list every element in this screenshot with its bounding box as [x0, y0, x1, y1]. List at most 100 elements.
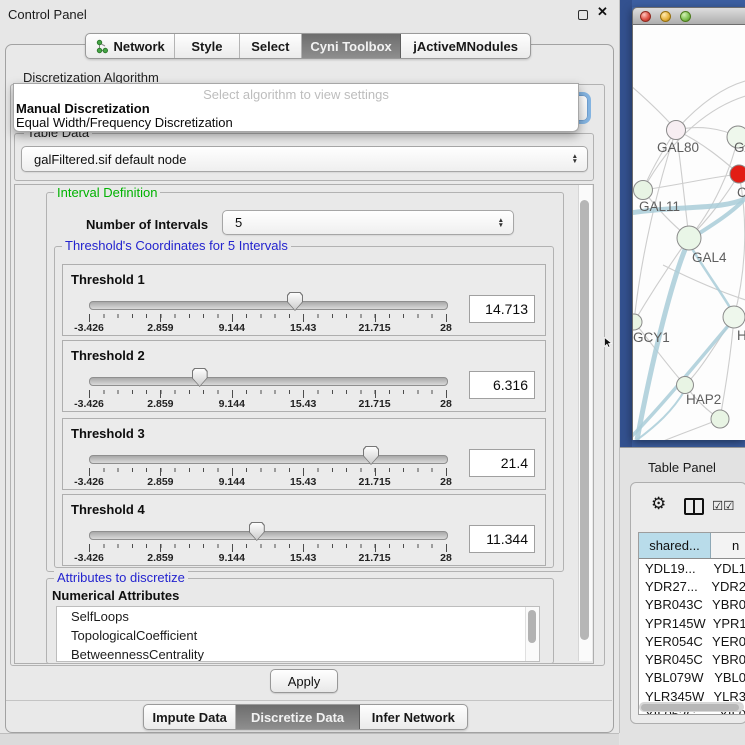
threshold-1-slider[interactable] — [89, 292, 446, 313]
tick-label: 28 — [440, 322, 452, 334]
tab-label: Style — [191, 39, 222, 54]
tick-label: 15.43 — [290, 476, 316, 488]
node-label-clipped: H — [737, 328, 745, 343]
slider-major-ticks — [89, 544, 446, 552]
mouse-cursor — [604, 337, 613, 348]
tick-label: 15.43 — [290, 552, 316, 564]
list-item[interactable]: SelfLoops — [57, 607, 539, 626]
tab-label: jActiveMNodules — [413, 39, 518, 54]
apply-button[interactable]: Apply — [270, 669, 338, 693]
table-row[interactable]: YBR045C YBR0 — [639, 650, 745, 668]
tab-impute-data[interactable]: Impute Data — [144, 705, 236, 729]
algorithm-placeholder: Select algorithm to view settings — [14, 87, 578, 102]
numerical-attributes-label: Numerical Attributes — [52, 588, 179, 603]
node-gal11[interactable] — [634, 181, 653, 200]
column-header-shared-name[interactable]: shared... — [639, 533, 711, 558]
zoom-traffic-light[interactable] — [680, 11, 691, 22]
threshold-2-slider-thumb[interactable] — [192, 368, 208, 387]
tab-discretize-data[interactable]: Discretize Data — [236, 705, 359, 729]
slider-tick-labels: -3.426 2.859 9.144 15.43 21.715 28 — [89, 552, 446, 563]
threshold-3-slider-thumb[interactable] — [363, 446, 379, 465]
network-view-window: GAL80 GA C GAL11 GAL4 GCY1 H HAP2 — [632, 7, 745, 440]
table-row[interactable]: YER054C YER0 — [639, 632, 745, 650]
table-row[interactable]: YPR145W YPR1 — [639, 614, 745, 632]
node-label-clipped: C — [737, 185, 745, 200]
node-hap2[interactable] — [677, 377, 694, 394]
combo-stepper-icon: ▲▼ — [498, 218, 504, 228]
threshold-1-slider-thumb[interactable] — [287, 292, 303, 311]
tab-cyni-toolbox[interactable]: Cyni Toolbox — [302, 34, 401, 58]
tick-label: 9.144 — [219, 552, 245, 564]
split-columns-icon[interactable] — [684, 498, 704, 515]
table-horizontal-scrollbar-thumb[interactable] — [641, 704, 739, 711]
slider-tick-labels: -3.426 2.859 9.144 15.43 21.715 28 — [89, 476, 446, 487]
footer-divider — [6, 700, 612, 701]
tab-label: Cyni Toolbox — [310, 39, 391, 54]
tick-label: -3.426 — [74, 398, 104, 410]
node-right-h[interactable] — [723, 306, 745, 328]
tab-select[interactable]: Select — [240, 34, 302, 58]
threshold-2-value-field[interactable]: 6.316 — [469, 371, 535, 399]
threshold-4-value-field[interactable]: 11.344 — [469, 525, 535, 553]
table-horizontal-scrollbar[interactable] — [639, 702, 744, 712]
dropdown-item-equal-width-frequency[interactable]: Equal Width/Frequency Discretization — [16, 115, 233, 130]
threshold-3-slider[interactable] — [89, 446, 446, 467]
dropdown-item-manual-discretization[interactable]: Manual Discretization — [16, 101, 150, 116]
table-row[interactable]: YDR27... YDR2 — [639, 577, 745, 595]
threshold-1-value-field[interactable]: 14.713 — [469, 295, 535, 323]
control-panel-tabbar: Network Style Select Cyni Toolbox jActiv… — [85, 33, 531, 59]
settings-scrollbar-thumb[interactable] — [580, 200, 589, 640]
close-icon[interactable]: ✕ — [597, 4, 608, 20]
list-item[interactable]: BetweennessCentrality — [57, 645, 539, 662]
slider-major-ticks — [89, 468, 446, 476]
slider-tick-labels: -3.426 2.859 9.144 15.43 21.715 28 — [89, 322, 446, 333]
minimize-traffic-light[interactable] — [660, 11, 671, 22]
tab-network[interactable]: Network — [86, 34, 175, 58]
node-label-gal4: GAL4 — [692, 250, 727, 265]
tick-label: 2.859 — [147, 322, 173, 334]
node-label-gal11: GAL11 — [639, 199, 680, 214]
tick-label: 21.715 — [359, 322, 391, 334]
tab-label: Discretize Data — [251, 710, 344, 725]
table-data-combo[interactable]: galFiltered.sif default node ▲▼ — [21, 146, 588, 172]
list-item[interactable]: TopologicalCoefficient — [57, 626, 539, 645]
slider-major-ticks — [89, 314, 446, 322]
number-of-intervals-label: Number of Intervals — [86, 217, 208, 232]
table-row[interactable]: YBL079W YBL0 — [639, 669, 745, 687]
node-gal80[interactable] — [667, 121, 686, 140]
table-data-value: galFiltered.sif default node — [34, 152, 186, 167]
tab-jactivemnodules[interactable]: jActiveMNodules — [401, 34, 530, 58]
list-scrollbar-thumb[interactable] — [528, 610, 536, 643]
tab-style[interactable]: Style — [175, 34, 239, 58]
threshold-4-slider-thumb[interactable] — [249, 522, 265, 541]
threshold-4-slider[interactable] — [89, 522, 446, 543]
node-label-gal80: GAL80 — [657, 140, 699, 155]
threshold-2-label: Threshold 2 — [71, 348, 145, 363]
threshold-3-value-field[interactable]: 21.4 — [469, 449, 535, 477]
network-window-titlebar[interactable] — [632, 7, 745, 25]
network-graph: GAL80 GA C GAL11 GAL4 GCY1 H HAP2 — [633, 25, 745, 440]
node-gal4[interactable] — [677, 226, 701, 250]
slider-tick-labels: -3.426 2.859 9.144 15.43 21.715 28 — [89, 398, 446, 409]
gear-icon[interactable]: ⚙ — [651, 494, 666, 514]
checkbox-icons[interactable]: ☑☑ — [712, 498, 734, 513]
node-gcy1[interactable] — [633, 314, 642, 330]
column-header-name[interactable]: n — [711, 533, 745, 558]
tick-label: -3.426 — [74, 476, 104, 488]
tick-label: 9.144 — [219, 398, 245, 410]
number-of-intervals-combo[interactable]: 5 ▲▼ — [222, 210, 514, 235]
close-traffic-light[interactable] — [640, 11, 651, 22]
float-window-icon[interactable] — [578, 10, 588, 20]
slider-major-ticks — [89, 390, 446, 398]
table-row[interactable]: YDL19... YDL1 — [639, 559, 745, 577]
tab-label: Network — [113, 39, 164, 54]
network-canvas[interactable]: GAL80 GA C GAL11 GAL4 GCY1 H HAP2 — [632, 25, 745, 440]
node-bottom[interactable] — [711, 410, 729, 428]
node-selected-red[interactable] — [730, 165, 745, 183]
threshold-2-slider[interactable] — [89, 368, 446, 389]
tab-infer-network[interactable]: Infer Network — [360, 705, 467, 729]
node-table: shared... n YDL19... YDL1 YDR27... YDR2 … — [638, 532, 745, 715]
table-row[interactable]: YBR043C YBR0 — [639, 596, 745, 614]
node-label-gcy1: GCY1 — [633, 330, 670, 345]
list-scrollbar[interactable] — [525, 607, 539, 661]
